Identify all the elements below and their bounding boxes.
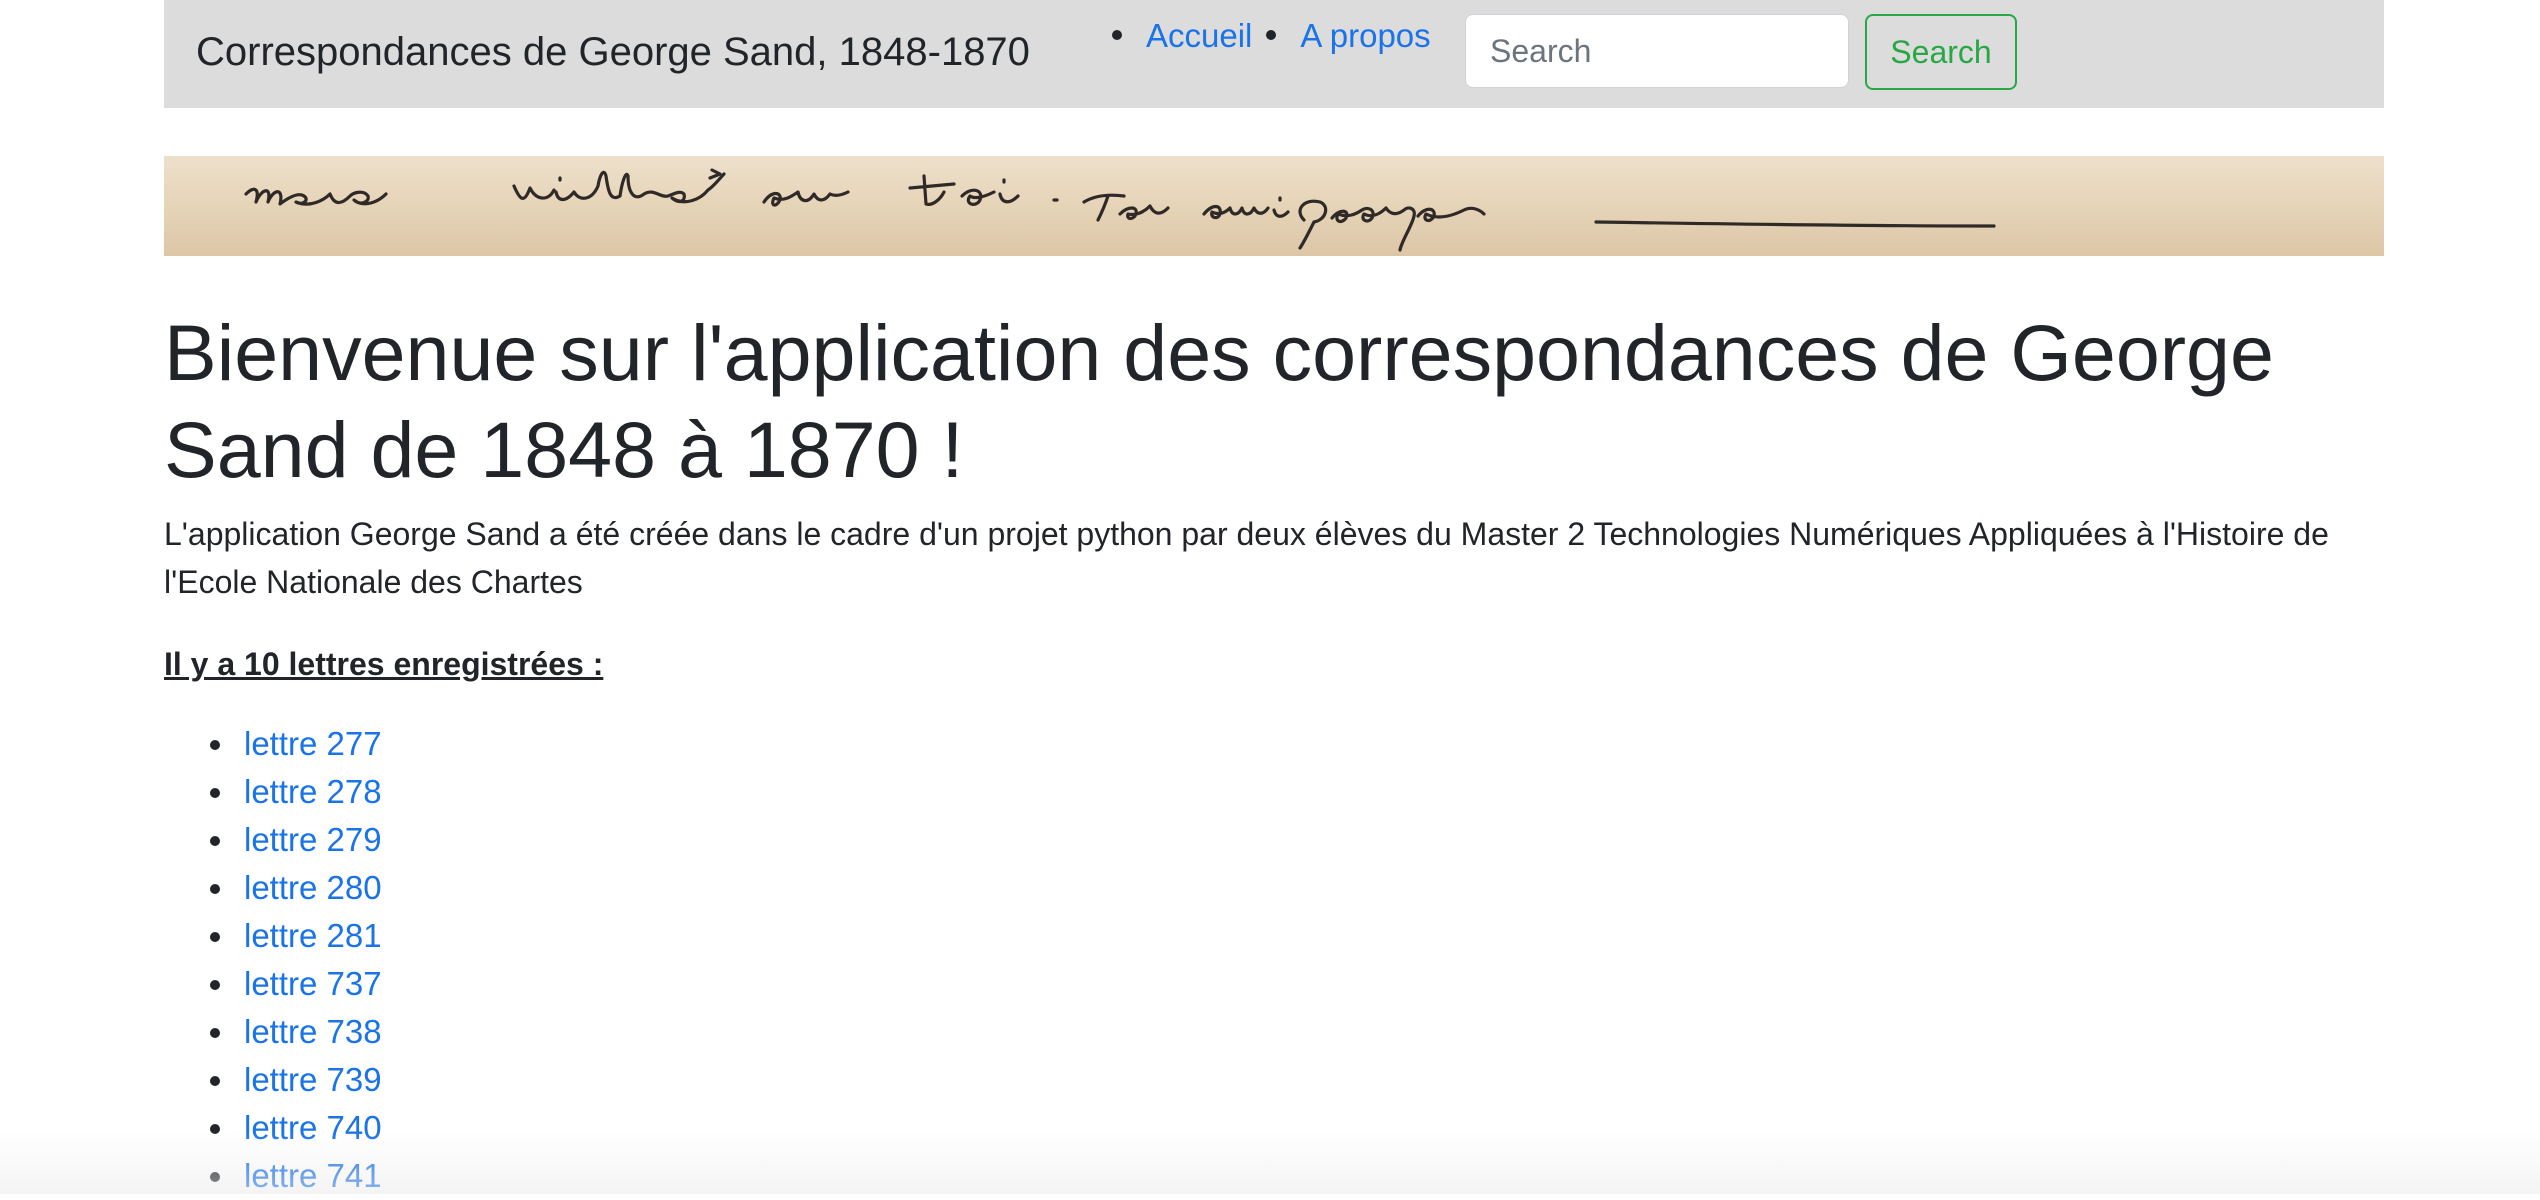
letter-link-740[interactable]: lettre 740: [244, 1109, 382, 1146]
list-item: lettre 280: [164, 864, 382, 912]
letter-link-280[interactable]: lettre 280: [244, 869, 382, 906]
letters-list: lettre 277 lettre 278 lettre 279 lettre …: [164, 720, 382, 1200]
letter-link-737[interactable]: lettre 737: [244, 965, 382, 1002]
page-container: Correspondances de George Sand, 1848-187…: [164, 0, 2384, 1194]
list-item: lettre 278: [164, 768, 382, 816]
letter-link-741[interactable]: lettre 741: [244, 1157, 382, 1194]
letter-link-279[interactable]: lettre 279: [244, 821, 382, 858]
letter-link-739[interactable]: lettre 739: [244, 1061, 382, 1098]
navbar-brand[interactable]: Correspondances de George Sand, 1848-187…: [196, 26, 1030, 78]
list-item: lettre 279: [164, 816, 382, 864]
letter-link-277[interactable]: lettre 277: [244, 725, 382, 762]
nav-link-accueil[interactable]: Accueil: [1146, 17, 1252, 54]
nav-link-a-propos[interactable]: A propos: [1300, 17, 1430, 54]
list-item: lettre 281: [164, 912, 382, 960]
list-item: lettre 277: [164, 720, 382, 768]
handwriting-signature-image: [244, 168, 1996, 252]
list-item: lettre 741: [164, 1152, 382, 1200]
intro-paragraph: L'application George Sand a été créée da…: [164, 516, 2329, 600]
letter-link-278[interactable]: lettre 278: [244, 773, 382, 810]
letters-count-heading: Il y a 10 lettres enregistrées :: [164, 646, 604, 682]
navbar: Correspondances de George Sand, 1848-187…: [164, 0, 2384, 108]
handwriting-banner-image: [164, 156, 2384, 256]
list-item: lettre 737: [164, 960, 382, 1008]
nav-item-accueil: Accueil: [1112, 14, 1252, 58]
list-item: lettre 738: [164, 1008, 382, 1056]
list-item: lettre 739: [164, 1056, 382, 1104]
letter-link-738[interactable]: lettre 738: [244, 1013, 382, 1050]
list-item: lettre 740: [164, 1104, 382, 1152]
search-button[interactable]: Search: [1865, 14, 2017, 90]
letter-link-281[interactable]: lettre 281: [244, 917, 382, 954]
page-title: Bienvenue sur l'application des correspo…: [164, 308, 2274, 494]
search-input[interactable]: [1465, 14, 1849, 88]
nav-links: Accueil A propos: [1112, 14, 1445, 58]
nav-item-a-propos: A propos: [1266, 14, 1431, 58]
